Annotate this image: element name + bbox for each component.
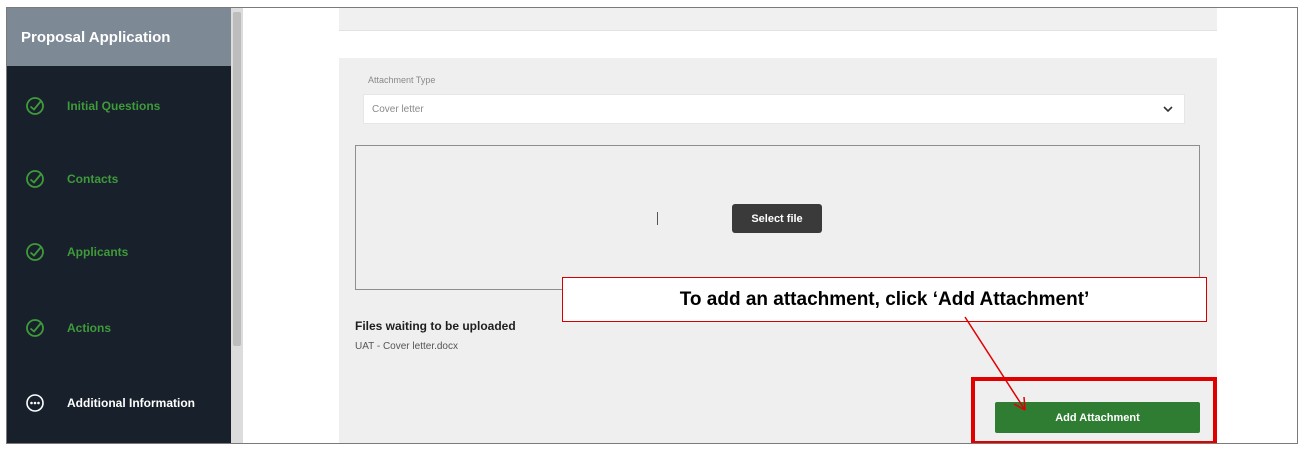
attachment-type-label: Attachment Type <box>368 75 436 85</box>
sidebar-item-label: Contacts <box>67 172 119 186</box>
sidebar-item-label: Actions <box>67 321 112 335</box>
text-cursor <box>657 212 658 225</box>
check-circle-icon <box>25 169 45 189</box>
sidebar-item-initial-questions[interactable]: Initial Questions <box>7 86 231 126</box>
sidebar-item-label: Initial Questions <box>67 99 161 113</box>
scrollbar-thumb[interactable] <box>233 12 241 346</box>
sidebar-title: Proposal Application <box>7 8 231 66</box>
highlight-box <box>971 377 1217 443</box>
app-window: Proposal Application Initial Questions C… <box>6 7 1298 444</box>
check-circle-icon <box>25 96 45 116</box>
more-circle-icon <box>25 393 45 413</box>
sidebar-item-label: Additional Information <box>67 396 195 410</box>
select-file-button[interactable]: Select file <box>732 204 822 233</box>
chevron-down-icon <box>1162 103 1174 115</box>
sidebar-item-label: Applicants <box>67 245 129 259</box>
previous-section-panel <box>339 8 1217 31</box>
sidebar-item-applicants[interactable]: Applicants <box>7 232 231 272</box>
files-waiting-title: Files waiting to be uploaded <box>355 319 516 333</box>
sidebar-item-actions[interactable]: Actions <box>7 308 231 348</box>
check-circle-icon <box>25 242 45 262</box>
pending-file-item: UAT - Cover letter.docx <box>355 341 458 352</box>
instruction-callout: To add an attachment, click ‘Add Attachm… <box>562 277 1207 322</box>
sidebar-item-additional-information[interactable]: Additional Information <box>7 383 231 423</box>
check-circle-icon <box>25 318 45 338</box>
sidebar: Proposal Application Initial Questions C… <box>7 8 231 443</box>
attachment-type-select[interactable]: Cover letter <box>363 94 1185 124</box>
attachment-type-value: Cover letter <box>372 103 424 115</box>
sidebar-item-contacts[interactable]: Contacts <box>7 159 231 199</box>
